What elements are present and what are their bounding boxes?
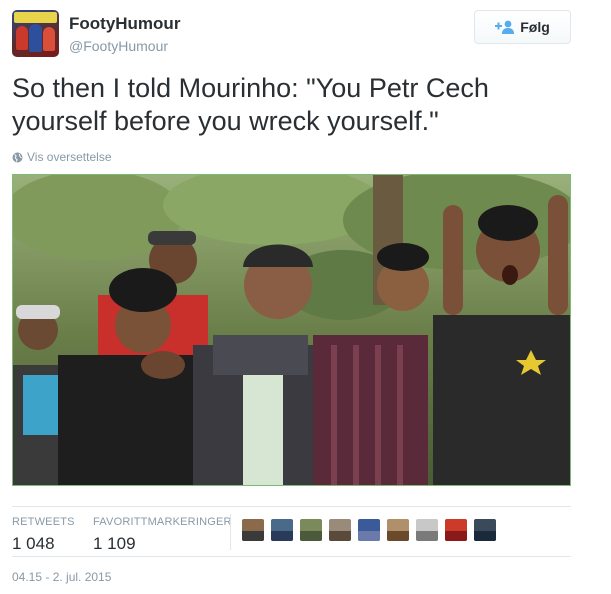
- favoriter-avatar-shade: [329, 531, 351, 541]
- photo-image: [13, 175, 570, 485]
- favoriter-avatar-shade: [300, 531, 322, 541]
- favoriter-avatar-shade: [358, 531, 380, 541]
- favoriter-avatar[interactable]: [358, 519, 380, 541]
- account-screen-name[interactable]: @FootyHumour: [69, 38, 168, 54]
- favoriter-avatar-shade: [445, 531, 467, 541]
- retweets-label: RETWEETS: [12, 516, 75, 528]
- retweets-stat[interactable]: RETWEETS 1 048: [12, 516, 75, 554]
- favoriter-avatar[interactable]: [242, 519, 264, 541]
- retweets-count: 1 048: [12, 534, 55, 553]
- favorites-count: 1 109: [93, 534, 136, 553]
- tweet-timestamp[interactable]: 04.15 - 2. jul. 2015: [12, 570, 111, 584]
- translate-label: Vis oversettelse: [27, 150, 112, 164]
- avatar-figure: [16, 26, 28, 50]
- favoriter-avatar-shade: [387, 531, 409, 541]
- favoriter-avatar-shade: [242, 531, 264, 541]
- favoriter-avatar[interactable]: [387, 519, 409, 541]
- avatar-logo-ribbon: [14, 12, 57, 23]
- favoriter-avatar[interactable]: [445, 519, 467, 541]
- account-avatar[interactable]: [12, 10, 59, 57]
- favoriter-avatar-shade: [474, 531, 496, 541]
- favoriter-avatar-shade: [271, 531, 293, 541]
- favoriters-avatars: [242, 519, 503, 541]
- account-name[interactable]: FootyHumour: [69, 14, 180, 34]
- follow-button-label: Følg: [520, 19, 550, 35]
- favoriter-avatar[interactable]: [300, 519, 322, 541]
- stats-bottom-divider: [12, 556, 571, 557]
- tweet-header: FootyHumour @FootyHumour Følg: [12, 10, 571, 58]
- favoriter-avatar[interactable]: [474, 519, 496, 541]
- follow-person-plus-icon: [495, 20, 515, 34]
- stats-top-divider: [12, 506, 571, 507]
- tweet-text: So then I told Mourinho: "You Petr Cech …: [12, 73, 489, 136]
- avatar-figure: [43, 27, 55, 51]
- favoriter-avatar-shade: [416, 531, 438, 541]
- follow-button[interactable]: Følg: [474, 10, 571, 44]
- tweet-media-photo[interactable]: [12, 174, 571, 486]
- translate-link[interactable]: Vis oversettelse: [12, 150, 112, 164]
- globe-icon: [12, 152, 23, 162]
- favoriter-avatar[interactable]: [271, 519, 293, 541]
- favoriter-avatar[interactable]: [329, 519, 351, 541]
- avatar-figure: [29, 24, 42, 52]
- favoriter-avatar[interactable]: [416, 519, 438, 541]
- favorites-stat[interactable]: FAVORITTMARKERINGER 1 109: [93, 516, 232, 554]
- favorites-label: FAVORITTMARKERINGER: [93, 516, 232, 528]
- stats-vertical-divider: [230, 514, 231, 550]
